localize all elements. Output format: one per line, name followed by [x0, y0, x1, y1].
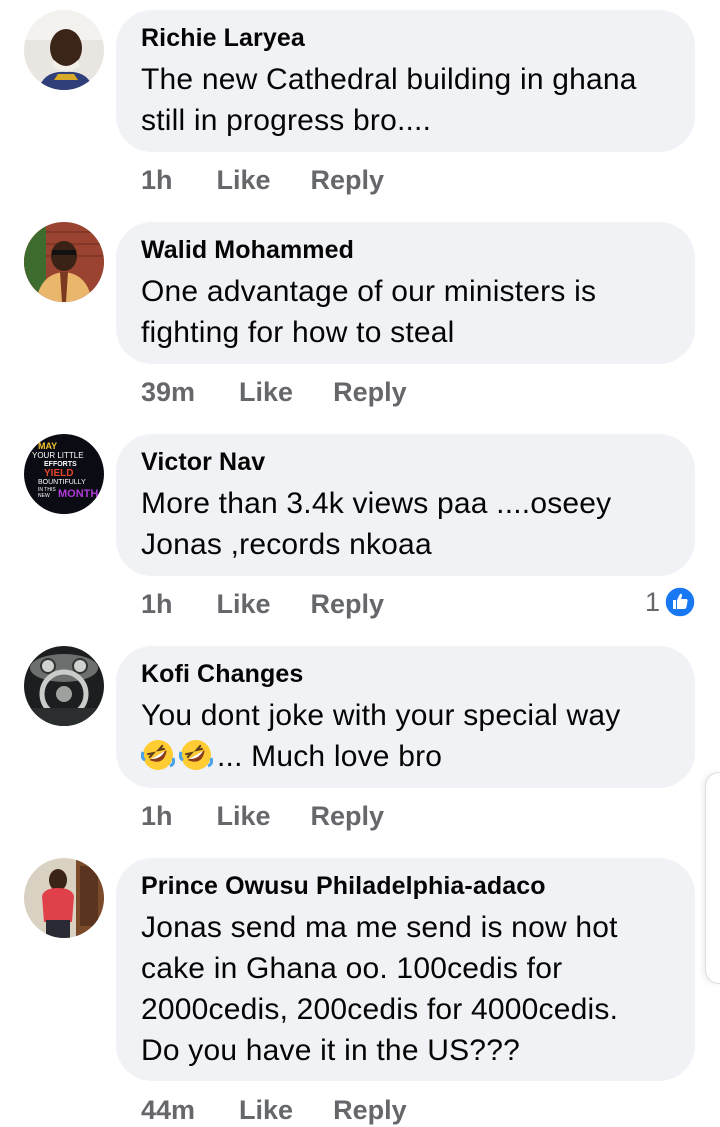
comment-author[interactable]: Prince Owusu Philadelphia-adaco [141, 871, 675, 901]
comment-text: Jonas send ma me send is now hot cake in… [141, 911, 619, 1067]
avatar-text-line: YIELD [44, 468, 73, 479]
avatar[interactable] [24, 222, 104, 302]
comment-bubble: Walid Mohammed One advantage of our mini… [116, 222, 695, 364]
avatar-text-line: NEW [38, 493, 50, 499]
comment-author[interactable]: Walid Mohammed [141, 235, 675, 265]
rolling-on-floor-laughing-icon [141, 738, 175, 772]
avatar-text-line: EFFORTS [44, 461, 77, 468]
comment-text: More than 3.4k views paa ....oseey Jonas… [141, 487, 612, 561]
like-button[interactable]: Like [217, 801, 271, 832]
avatar[interactable]: MAY YOUR LITTLE EFFORTS YIELD BOUNTIFULL… [24, 434, 104, 514]
comment-bubble: Victor Nav More than 3.4k views paa ....… [116, 434, 695, 576]
comment-timestamp[interactable]: 39m [141, 377, 195, 408]
like-button[interactable]: Like [217, 589, 271, 620]
like-button[interactable]: Like [239, 377, 293, 408]
comment-timestamp[interactable]: 44m [141, 1095, 195, 1126]
comment-text: You dont joke with your special way ... … [141, 695, 675, 777]
like-button[interactable]: Like [239, 1095, 293, 1126]
avatar-text-line: YOUR LITTLE [32, 451, 84, 460]
profile-photo [24, 646, 104, 726]
comment-text: One advantage of our ministers is fighti… [141, 275, 597, 349]
comment-timestamp[interactable]: 1h [141, 165, 173, 196]
reply-button[interactable]: Reply [311, 589, 385, 620]
overlay-panel-edge[interactable] [705, 772, 720, 984]
comment-author[interactable]: Kofi Changes [141, 659, 675, 689]
comment-actions: 1h Like Reply [141, 799, 384, 833]
avatar-text-line: BOUNTIFULLY [38, 479, 86, 486]
thumbs-up-icon [664, 586, 696, 618]
avatar[interactable] [24, 10, 104, 90]
reply-button[interactable]: Reply [311, 165, 385, 196]
comment-author[interactable]: Victor Nav [141, 447, 675, 477]
comment-text: The new Cathedral building in ghana stil… [141, 63, 637, 137]
comment-actions: 1h Like Reply [141, 587, 384, 621]
rolling-on-floor-laughing-icon [179, 738, 213, 772]
avatar-text-line: MONTH [58, 488, 98, 500]
profile-photo [24, 10, 104, 90]
profile-photo: MAY YOUR LITTLE EFFORTS YIELD BOUNTIFULL… [24, 434, 104, 514]
avatar-text-line: MAY [38, 441, 57, 451]
reaction-summary[interactable]: 1 [645, 586, 696, 618]
comment-timestamp[interactable]: 1h [141, 801, 173, 832]
profile-photo [24, 858, 104, 938]
comment-actions: 39m Like Reply [141, 375, 407, 409]
comment-actions: 44m Like Reply [141, 1093, 407, 1127]
comment-text-tail: ... Much love bro [217, 740, 443, 773]
reply-button[interactable]: Reply [333, 377, 407, 408]
avatar[interactable] [24, 858, 104, 938]
comment-timestamp[interactable]: 1h [141, 589, 173, 620]
reply-button[interactable]: Reply [311, 801, 385, 832]
reply-button[interactable]: Reply [333, 1095, 407, 1126]
profile-photo [24, 222, 104, 302]
avatar[interactable] [24, 646, 104, 726]
comment-actions: 1h Like Reply [141, 163, 384, 197]
like-button[interactable]: Like [217, 165, 271, 196]
reaction-count: 1 [644, 586, 660, 617]
comment-author[interactable]: Richie Laryea [141, 23, 675, 53]
comment-bubble: Richie Laryea The new Cathedral building… [116, 10, 695, 152]
comment-bubble: Kofi Changes You dont joke with your spe… [116, 646, 695, 788]
comment-bubble: Prince Owusu Philadelphia-adaco Jonas se… [116, 858, 695, 1081]
comment-text-line: You dont joke with your special way [141, 699, 621, 732]
